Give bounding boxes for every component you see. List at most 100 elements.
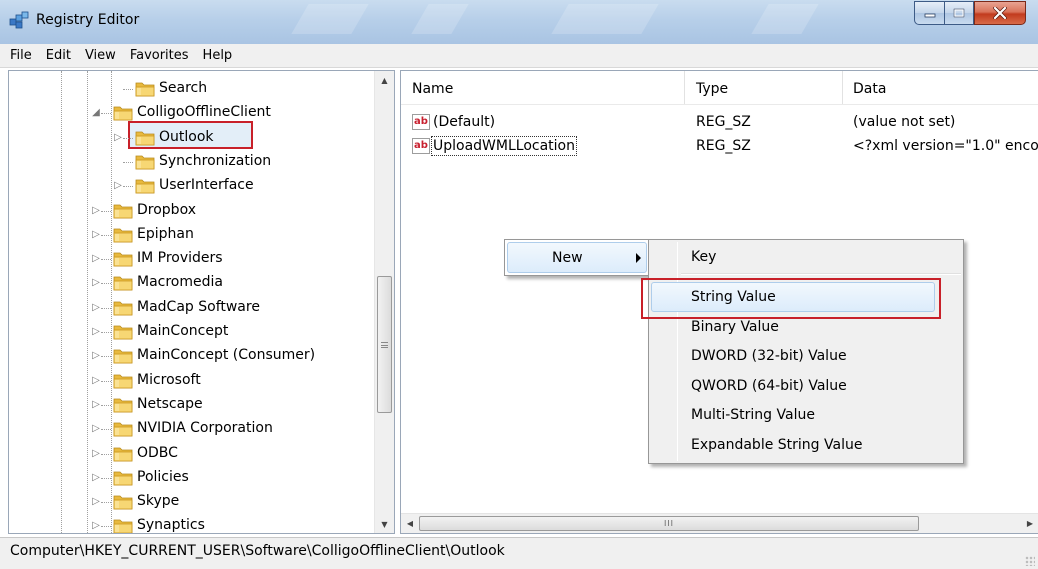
menu-item-key[interactable]: Key [691,249,716,265]
values-scroll-thumb[interactable]: III [419,516,919,531]
tree-item-skype[interactable]: ▷ Skype [9,490,369,514]
expand-arrow-icon[interactable]: ▷ [113,181,123,191]
scroll-left-arrow[interactable]: ◀ [401,514,419,533]
tree-item-epiphan[interactable]: ▷ Epiphan [9,223,369,247]
tree-item-odbc[interactable]: ▷ ODBC [9,442,369,466]
tree-item-nvidia-corporation[interactable]: ▷ NVIDIA Corporation [9,417,369,441]
tree-item-label: Epiphan [137,225,194,242]
tree-item-label: Microsoft [137,371,201,388]
expand-arrow-icon[interactable]: ▷ [91,521,101,531]
scroll-right-arrow[interactable]: ▶ [1021,514,1038,533]
tree-vertical-scrollbar[interactable]: ▲ ▼ [374,71,394,533]
expand-arrow-icon[interactable]: ▷ [91,351,101,361]
menu-item-multi-string-value[interactable]: Multi-String Value [691,407,815,423]
tree-item-microsoft[interactable]: ▷ Microsoft [9,369,369,393]
submenu-arrow-icon [636,253,641,263]
tree-item-search[interactable]: Search [9,77,369,101]
expand-arrow-icon[interactable]: ▷ [91,448,101,459]
column-header-data[interactable]: Data [853,81,886,97]
menu-item-expandable-string-value[interactable]: Expandable String Value [691,437,862,453]
tree-item-colligoofflineclient[interactable]: ◢ ColligoOfflineClient [9,101,369,125]
expand-arrow-icon[interactable]: ▷ [91,327,101,337]
tree-item-label: Skype [137,493,180,510]
tree-item-synaptics[interactable]: ▷ Synaptics [9,514,369,533]
tree-item-label: ColligoOfflineClient [137,104,271,121]
menu-item-qword-value[interactable]: QWORD (64-bit) Value [691,378,847,394]
tree-item-netscape[interactable]: ▷ Netscape [9,393,369,417]
tree-item-userinterface[interactable]: ▷ UserInterface [9,174,369,198]
column-header-type[interactable]: Type [696,81,728,97]
window-title: Registry Editor [36,12,140,28]
tree-item-label: IM Providers [137,250,223,267]
title-bar: Registry Editor [0,0,1038,44]
registry-editor-window: Registry Editor File Edit View Favorites… [0,0,1038,569]
tree-item-madcap-software[interactable]: ▷ MadCap Software [9,296,369,320]
tree-item-label: Synchronization [159,152,272,169]
folder-icon [113,346,133,364]
menu-favorites[interactable]: Favorites [123,45,196,67]
expand-arrow-icon[interactable]: ▷ [91,472,101,483]
tree-item-mainconcept-consumer[interactable]: ▷ MainConcept (Consumer) [9,344,369,368]
tree-item-synchronization[interactable]: Synchronization [9,150,369,174]
new-submenu: Key String Value Binary Value DWORD (32-… [648,239,964,464]
ab-string-icon: ab [412,138,430,154]
tree-item-label: Macromedia [137,274,223,291]
tree-item-label: UserInterface [159,177,254,194]
menu-file[interactable]: File [3,45,39,67]
minimize-button[interactable] [914,1,944,25]
folder-icon [113,492,133,510]
value-row[interactable]: ab UploadWMLLocation REG_SZ <?xml versio… [401,135,1038,159]
menu-edit[interactable]: Edit [39,45,78,67]
tree-item-im-providers[interactable]: ▷ IM Providers [9,247,369,271]
close-button[interactable] [974,1,1026,25]
maximize-button[interactable] [944,1,974,25]
tree-item-label: MadCap Software [137,298,260,315]
expand-arrow-icon[interactable]: ▷ [91,229,101,240]
resize-grip-icon[interactable] [1025,556,1035,566]
tree-item-label: Outlook [159,128,214,145]
minimize-icon [924,13,935,18]
tree-item-policies[interactable]: ▷ Policies [9,466,369,490]
window-controls [914,1,1026,25]
column-header-name[interactable]: Name [412,81,453,97]
expand-arrow-icon[interactable]: ▷ [91,497,101,507]
tree-item-dropbox[interactable]: ▷ Dropbox [9,199,369,223]
folder-icon [113,468,133,486]
close-icon [993,7,1007,19]
collapse-arrow-icon[interactable]: ◢ [91,108,101,118]
scroll-down-arrow[interactable]: ▼ [375,515,394,533]
value-data: <?xml version="1.0" enco [853,138,1038,154]
folder-icon [135,152,155,170]
tree-item-macromedia[interactable]: ▷ Macromedia [9,271,369,295]
status-bar: Computer\HKEY_CURRENT_USER\Software\Coll… [0,537,1038,569]
menu-item-new[interactable]: New [507,242,647,273]
folder-icon [113,201,133,219]
values-horizontal-scrollbar[interactable]: ◀ III ▶ [401,513,1038,533]
expand-arrow-icon[interactable]: ▷ [113,132,123,143]
value-row[interactable]: ab (Default) REG_SZ (value not set) [401,111,1038,135]
tree-item-mainconcept[interactable]: ▷ MainConcept [9,320,369,344]
folder-icon [113,444,133,462]
menu-item-binary-value[interactable]: Binary Value [691,319,779,335]
folder-icon [135,128,155,146]
tree-item-outlook[interactable]: ▷ Outlook [9,126,369,150]
expand-arrow-icon[interactable]: ▷ [91,424,101,434]
menu-bar: File Edit View Favorites Help [0,44,1038,68]
menu-item-new-label: New [552,250,583,266]
menu-view[interactable]: View [78,45,123,67]
registry-tree[interactable]: Search ◢ ColligoOfflineClient ▷ Outlook Synch… [8,70,395,534]
expand-arrow-icon[interactable]: ▷ [91,375,101,386]
tree-scroll-thumb[interactable] [377,276,392,413]
expand-arrow-icon[interactable]: ▷ [91,278,101,288]
expand-arrow-icon[interactable]: ▷ [91,399,101,410]
menu-help[interactable]: Help [196,45,240,67]
folder-icon [113,322,133,340]
tree-item-label: ODBC [137,444,178,461]
expand-arrow-icon[interactable]: ▷ [91,205,101,216]
value-name: (Default) [433,114,496,130]
scroll-up-arrow[interactable]: ▲ [375,71,394,89]
expand-arrow-icon[interactable]: ▷ [91,254,101,264]
value-type: REG_SZ [696,114,751,130]
expand-arrow-icon[interactable]: ▷ [91,302,101,313]
menu-item-dword-value[interactable]: DWORD (32-bit) Value [691,348,847,364]
